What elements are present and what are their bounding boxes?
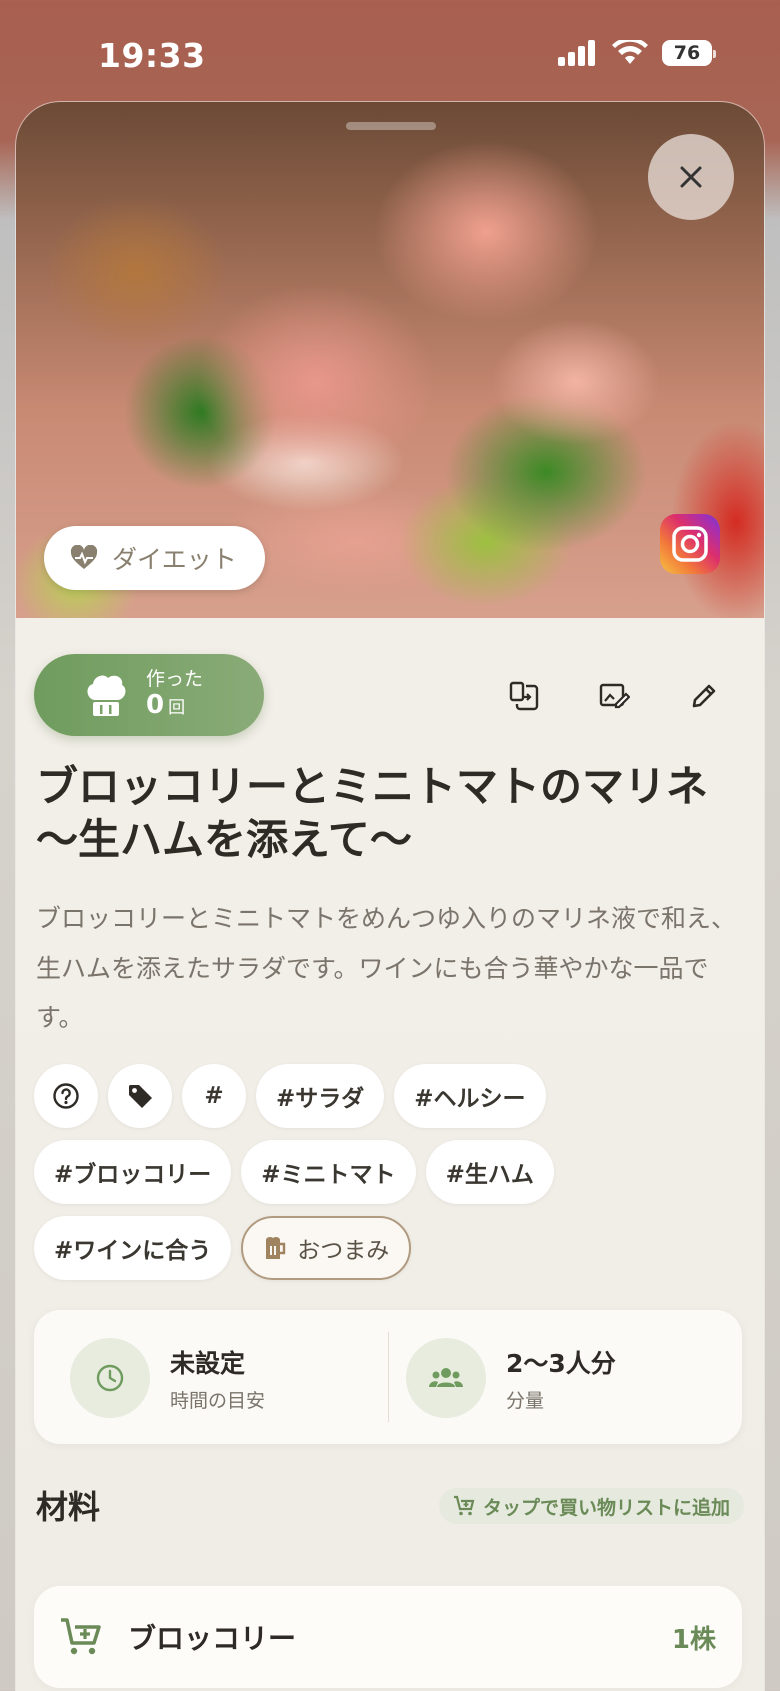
servings-info[interactable]: 2〜3人分 分量 <box>406 1338 616 1418</box>
edit-image-icon <box>599 683 630 709</box>
tag-chip[interactable]: #サラダ <box>256 1064 385 1128</box>
made-count-value: 0 <box>146 689 165 720</box>
cook-time-text: 未設定 時間の目安 <box>170 1344 265 1413</box>
cart-plus-icon <box>453 1495 475 1516</box>
instagram-button[interactable] <box>660 514 720 574</box>
shopping-list-hint[interactable]: タップで買い物リストに追加 <box>438 1488 744 1524</box>
people-icon <box>429 1368 463 1387</box>
cart-plus-icon[interactable] <box>60 1617 102 1657</box>
battery-indicator: 76 <box>662 40 716 66</box>
cook-time-value: 未設定 <box>170 1348 246 1378</box>
transfer-icon <box>509 681 539 711</box>
ingredients-title: 材料 <box>36 1488 101 1526</box>
tag-chip[interactable]: #ブロッコリー <box>34 1140 232 1204</box>
heart-pulse-icon <box>70 545 98 569</box>
clock-icon <box>96 1364 124 1392</box>
made-count: 0回 <box>146 689 203 721</box>
recipe-actions <box>502 674 726 718</box>
info-divider <box>388 1332 389 1422</box>
tag-list: # #サラダ #ヘルシー #ブロッコリー #ミニトマト #生ハム #ワインに合う… <box>34 1064 734 1280</box>
ingredient-quantity: 1株 <box>671 1624 716 1655</box>
status-time: 19:33 <box>98 36 206 75</box>
tag-chip[interactable]: #生ハム <box>425 1140 554 1204</box>
tag-help-button[interactable] <box>34 1064 98 1128</box>
servings-text: 2〜3人分 分量 <box>506 1344 616 1413</box>
status-bar: 19:33 76 <box>0 0 780 110</box>
instagram-icon <box>672 526 708 562</box>
close-icon <box>680 166 702 188</box>
chef-hat-icon <box>87 675 126 716</box>
category-chip-label: ダイエット <box>112 545 237 574</box>
recipe-info-card: 未設定 時間の目安 2〜3人分 分量 <box>34 1310 742 1444</box>
made-label: 作った <box>146 668 204 691</box>
beer-icon <box>266 1236 286 1259</box>
recipe-title: ブロッコリーとミニトマトのマリネ 〜生ハムを添えて〜 <box>36 762 709 865</box>
tag-chip-snack[interactable]: おつまみ <box>241 1216 412 1280</box>
tag-chip[interactable]: #ヘルシー <box>394 1064 546 1128</box>
recipe-description: ブロッコリーとミニトマトをめんつゆ入りのマリネ液で和え、生ハムを添えたサラダです… <box>36 904 737 1032</box>
made-count-button[interactable]: 作った 0回 <box>34 654 264 736</box>
servings-value: 2〜3人分 <box>506 1348 616 1378</box>
ingredient-row[interactable]: ブロッコリー 1株 <box>34 1586 742 1688</box>
edit-photo-button[interactable] <box>592 674 636 718</box>
made-count-text: 作った 0回 <box>146 668 204 721</box>
wifi-icon <box>612 40 648 64</box>
sheet-grabber[interactable] <box>346 122 436 130</box>
tag-chip[interactable]: #ワインに合う <box>34 1216 232 1280</box>
tag-chip[interactable]: #ミニトマト <box>241 1140 416 1204</box>
pencil-icon <box>692 684 716 708</box>
shopping-list-hint-label: タップで買い物リストに追加 <box>482 1496 730 1519</box>
tag-icon <box>129 1085 152 1108</box>
ingredient-name: ブロッコリー <box>128 1622 297 1655</box>
made-count-unit: 回 <box>168 697 186 718</box>
hash-icon: # <box>204 1083 224 1109</box>
question-icon <box>53 1083 79 1109</box>
category-chip[interactable]: ダイエット <box>44 526 265 590</box>
people-icon-badge <box>406 1338 486 1418</box>
recipe-sheet: ダイエット 作った 0回 ブロッコリーとミニトマトのマリネ 〜生ハムを添えて〜 … <box>16 102 764 1691</box>
status-icons: 76 <box>558 40 716 66</box>
cook-time-info[interactable]: 未設定 時間の目安 <box>70 1338 265 1418</box>
edit-recipe-button[interactable] <box>682 674 726 718</box>
tag-hash-button[interactable]: # <box>182 1064 246 1128</box>
signal-icon <box>558 40 595 66</box>
close-button[interactable] <box>648 134 734 220</box>
tag-chip-snack-label: おつまみ <box>297 1238 390 1264</box>
tag-category-button[interactable] <box>108 1064 172 1128</box>
clock-icon-badge <box>70 1338 150 1418</box>
cook-time-label: 時間の目安 <box>170 1389 266 1412</box>
recipe-photo: ダイエット <box>16 102 764 618</box>
servings-label: 分量 <box>506 1389 545 1412</box>
transfer-button[interactable] <box>502 674 546 718</box>
